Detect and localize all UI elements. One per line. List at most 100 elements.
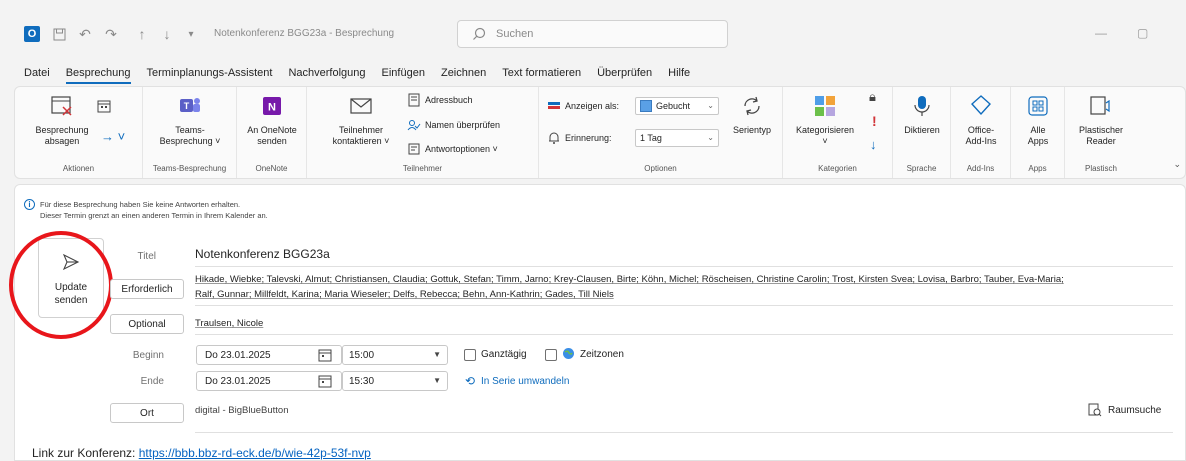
all-apps-button[interactable]: Alle Apps [1014, 93, 1062, 147]
show-as-select[interactable]: Gebucht ⌄ [635, 97, 719, 115]
meeting-body[interactable]: Link zur Konferenz: https://bbb.bbz-rd-e… [32, 446, 371, 460]
recurrence-label: Serientyp [732, 125, 772, 135]
ribbon-group-label-kategorien: Kategorien [818, 164, 857, 173]
categorize-button[interactable]: Kategorisieren ˅ [789, 93, 861, 147]
private-lock-icon[interactable]: 🔒︎ [869, 89, 876, 105]
office-addins-button[interactable]: Office- Add-Ins [954, 93, 1008, 147]
menu-text-formatieren[interactable]: Text formatieren [502, 67, 581, 79]
onenote-button[interactable]: N An OneNote senden [241, 93, 303, 147]
outlook-app-icon: O [24, 26, 40, 42]
show-as-icon [548, 102, 560, 109]
menu-ueberpruefen[interactable]: Überprüfen [597, 67, 652, 79]
info-icon: i [24, 199, 35, 210]
window-title: Notenkonferenz BGG23a - Besprechung [214, 28, 395, 39]
show-as-label: Anzeigen als: [565, 101, 620, 111]
check-names-icon [407, 120, 421, 131]
teams-meeting-label: Teams- Besprechung ˅ [159, 125, 221, 146]
optional-attendees-button[interactable]: Optional [110, 314, 184, 334]
menu-nachverfolgung[interactable]: Nachverfolgung [288, 67, 365, 79]
calendar-grid-button[interactable] [97, 99, 111, 113]
ribbon-group-teilnehmer: Teilnehmer kontaktieren ˅ Adressbuch Nam… [307, 87, 539, 178]
menu-besprechung[interactable]: Besprechung [65, 67, 131, 84]
svg-text:N: N [268, 102, 276, 114]
low-importance-icon[interactable]: ↓ [870, 137, 877, 152]
reminder-select[interactable]: 1 Tag ⌄ [635, 129, 719, 147]
room-finder-button[interactable]: Raumsuche [1088, 403, 1161, 417]
cancel-meeting-label: Besprechung absagen [35, 125, 89, 146]
all-apps-label: Alle Apps [1027, 125, 1049, 146]
restore-button[interactable]: ▢ [1137, 26, 1148, 40]
immersive-reader-label: Plastischer Reader [1078, 125, 1123, 146]
ribbon-group-addins: Office- Add-Ins Add-Ins [951, 87, 1011, 178]
ribbon-group-label-plastisch: Plastisch [1084, 164, 1117, 173]
cancel-meeting-button[interactable]: Besprechung absagen [27, 93, 97, 147]
ribbon-group-label-onenote: OneNote [255, 164, 288, 173]
arrow-down-icon[interactable]: ↓ [160, 26, 174, 42]
addins-icon [971, 95, 991, 116]
ribbon-group-label-addins: Add-Ins [966, 164, 995, 173]
info-no-responses: Für diese Besprechung haben Sie keine An… [40, 200, 241, 209]
show-as-label-wrap: Anzeigen als: [547, 99, 619, 113]
location-button[interactable]: Ort [110, 403, 184, 423]
minimize-button[interactable]: — [1095, 26, 1107, 40]
calendar-icon[interactable] [318, 348, 332, 362]
required-attendees-line-2[interactable]: Ralf, Gunnar; Millfeldt, Karina; Maria W… [195, 289, 614, 300]
arrow-up-icon[interactable]: ↑ [135, 26, 149, 42]
optional-attendees-line[interactable]: Traulsen, Nicole [195, 318, 263, 329]
address-book-button[interactable]: Adressbuch [407, 93, 473, 107]
start-time-value: 15:00 [349, 349, 375, 361]
title-input[interactable]: Notenkonferenz BGG23a [195, 247, 330, 261]
contact-attendees-label: Teilnehmer kontaktieren ˅ [332, 125, 390, 146]
required-attendees-text-2: Ralf, Gunnar; Millfeldt, Karina; Maria W… [195, 289, 614, 300]
menu-einfuegen[interactable]: Einfügen [382, 67, 425, 79]
end-time-select[interactable]: 15:30 ▼ [342, 371, 448, 391]
response-options-button[interactable]: Antwortoptionen ˅ [407, 142, 498, 156]
dictate-button[interactable]: Diktieren [895, 93, 949, 136]
required-attendees-button[interactable]: Erforderlich [110, 279, 184, 299]
timezones-checkbox[interactable] [545, 349, 557, 361]
chevron-down-icon: ▼ [433, 350, 441, 359]
mail-icon [350, 98, 372, 114]
required-attendees-text-1: Hikade, Wiebke; Talevski, Almut; Christi… [195, 274, 1064, 285]
customize-toolbar-icon[interactable]: ▾ [186, 26, 196, 42]
menu-hilfe[interactable]: Hilfe [668, 67, 690, 79]
teams-icon: T [180, 98, 200, 112]
reminder-label-wrap: Erinnerung: [547, 131, 612, 145]
redo-icon[interactable]: ↷ [104, 26, 118, 42]
make-recurring-link[interactable]: In Serie umwandeln [481, 376, 569, 387]
immersive-reader-button[interactable]: Plastischer Reader [1069, 93, 1133, 147]
recurrence-button[interactable]: Serientyp [725, 93, 779, 136]
check-names-button[interactable]: Namen überprüfen [407, 118, 500, 132]
forward-button[interactable]: → ˅ [101, 129, 125, 144]
required-attendees-line-1[interactable]: Hikade, Wiebke; Talevski, Almut; Christi… [195, 274, 1064, 285]
chevron-down-icon: ⌄ [707, 133, 714, 142]
end-label: Ende [140, 376, 164, 387]
search-box[interactable]: Suchen [457, 20, 728, 48]
location-input[interactable]: digital - BigBlueButton [195, 405, 288, 416]
high-importance-icon[interactable]: ! [872, 113, 877, 129]
busy-color-swatch [640, 100, 652, 112]
teams-meeting-button[interactable]: T Teams- Besprechung ˅ [151, 93, 229, 147]
reminder-label: Erinnerung: [565, 133, 612, 143]
conference-link[interactable]: https://bbb.bbz-rd-eck.de/b/wie-42p-53f-… [139, 446, 371, 460]
required-underline [195, 305, 1173, 306]
all-day-checkbox[interactable] [464, 349, 476, 361]
contact-attendees-button[interactable]: Teilnehmer kontaktieren ˅ [321, 93, 401, 147]
ribbon-group-aktionen: Besprechung absagen → ˅ Aktionen [15, 87, 143, 178]
ribbon-group-label-apps: Apps [1028, 164, 1047, 173]
calendar-icon[interactable] [318, 374, 332, 388]
end-time-value: 15:30 [349, 375, 375, 387]
search-icon [473, 27, 486, 40]
title-label: Titel [137, 251, 156, 262]
start-date-value: Do 23.01.2025 [205, 349, 271, 361]
start-time-select[interactable]: 15:00 ▼ [342, 345, 448, 365]
title-bar: O ↶ ↷ ↑ ↓ ▾ Notenkonferenz BGG23a - Besp… [0, 0, 1186, 62]
undo-icon[interactable]: ↶ [78, 26, 92, 42]
ribbon-expand-icon[interactable]: ⌄ [1173, 159, 1181, 170]
timezones-label: Zeitzonen [580, 349, 624, 360]
save-icon[interactable] [52, 26, 66, 42]
menu-datei[interactable]: Datei [24, 67, 50, 79]
reminder-value: 1 Tag [640, 133, 662, 143]
menu-terminplanungs-assistent[interactable]: Terminplanungs-Assistent [147, 67, 273, 79]
menu-zeichnen[interactable]: Zeichnen [441, 67, 486, 79]
